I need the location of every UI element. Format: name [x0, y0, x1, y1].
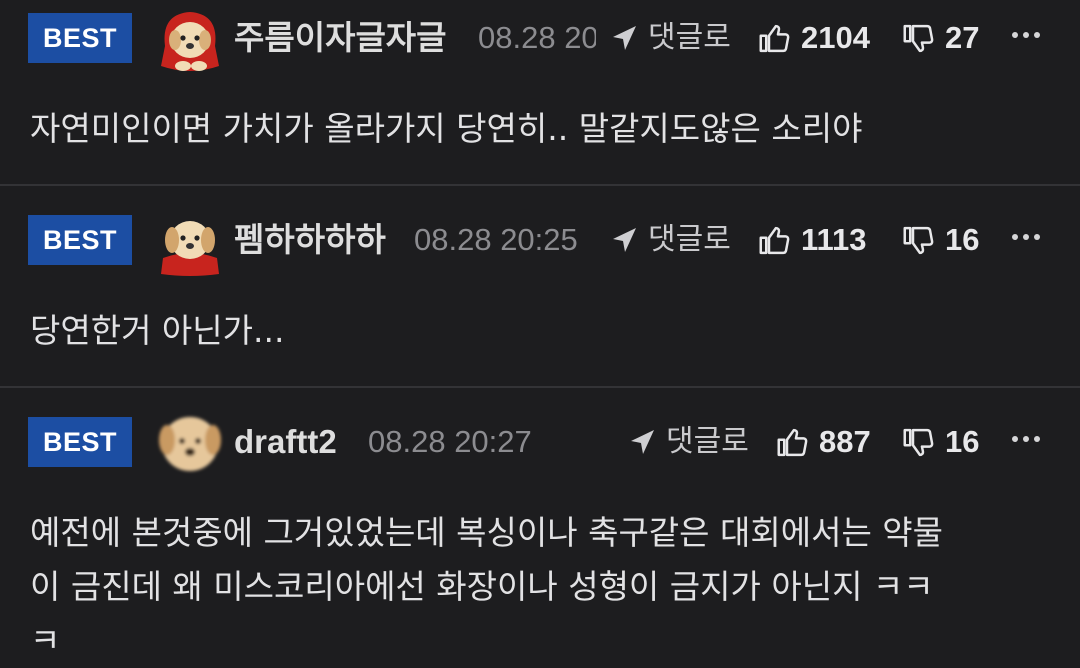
- nickname[interactable]: 펨하하하하: [234, 218, 386, 262]
- comment-body: 당연한거 아닌가...: [30, 311, 285, 350]
- dislike-count: 27: [945, 20, 980, 55]
- thumbs-down-icon: [903, 24, 934, 52]
- reply-button[interactable]: 댓글로: [610, 16, 731, 60]
- timestamp: 08.28 20:25: [478, 20, 596, 55]
- nickname[interactable]: 주름이자글자글: [234, 16, 447, 60]
- like-count: 1113: [801, 222, 867, 257]
- like-button[interactable]: 887: [776, 420, 871, 464]
- best-badge: BEST: [28, 13, 132, 63]
- more-options-icon[interactable]: [1012, 32, 1040, 38]
- like-count: 887: [819, 424, 871, 459]
- red-hood-puppy-icon[interactable]: [155, 208, 225, 276]
- thumbs-down-icon: [903, 226, 934, 254]
- timestamp: 08.28 20:25: [414, 222, 578, 257]
- like-count: 2104: [801, 20, 870, 55]
- reply-label: 댓글로: [648, 20, 731, 55]
- timestamp: 08.28 20:27: [368, 424, 532, 459]
- comment-body: 자연미인이면 가치가 올라가지 당연히.. 말같지도않은 소리야: [30, 109, 863, 148]
- like-button[interactable]: 1113: [758, 218, 867, 262]
- best-badge: BEST: [28, 215, 132, 265]
- thumbs-up-icon: [759, 226, 790, 254]
- comment-header: BEST draftt2 08.28 20:27 댓글로 887 16: [0, 410, 1080, 471]
- more-options-icon[interactable]: [1012, 436, 1040, 442]
- dislike-button[interactable]: 16: [902, 420, 979, 464]
- best-badge: BEST: [28, 417, 132, 467]
- thumbs-up-icon: [777, 428, 808, 456]
- more-options-icon[interactable]: [1012, 234, 1040, 240]
- reply-label: 댓글로: [648, 222, 731, 257]
- comment-header: BEST 펨하하하하 08.28 20:25 댓글로 1113 16: [0, 208, 1080, 276]
- send-arrow-icon: [613, 26, 636, 50]
- nickname[interactable]: draftt2: [234, 420, 337, 464]
- dislike-count: 16: [945, 222, 980, 257]
- dislike-button[interactable]: 16: [902, 218, 979, 262]
- comment-header: BEST 주름이자글자글 08.28 20:25 댓글로 2104 27: [0, 6, 1080, 71]
- thumbs-up-icon: [759, 24, 790, 52]
- reply-label: 댓글로: [666, 424, 749, 459]
- send-arrow-icon: [631, 430, 654, 454]
- blurred-puppy-icon[interactable]: [155, 410, 225, 478]
- comment-body: 예전에 본것중에 그거있었는데 복싱이나 축구같은 대회에서는 약물 이 금진데…: [30, 513, 944, 660]
- reply-button[interactable]: 댓글로: [628, 420, 749, 464]
- thumbs-down-icon: [903, 428, 934, 456]
- reply-button[interactable]: 댓글로: [610, 218, 731, 262]
- dislike-count: 16: [945, 424, 980, 459]
- red-hood-puppy-icon[interactable]: [155, 6, 225, 74]
- send-arrow-icon: [613, 228, 636, 252]
- dislike-button[interactable]: 27: [902, 16, 979, 60]
- like-button[interactable]: 2104: [758, 16, 870, 60]
